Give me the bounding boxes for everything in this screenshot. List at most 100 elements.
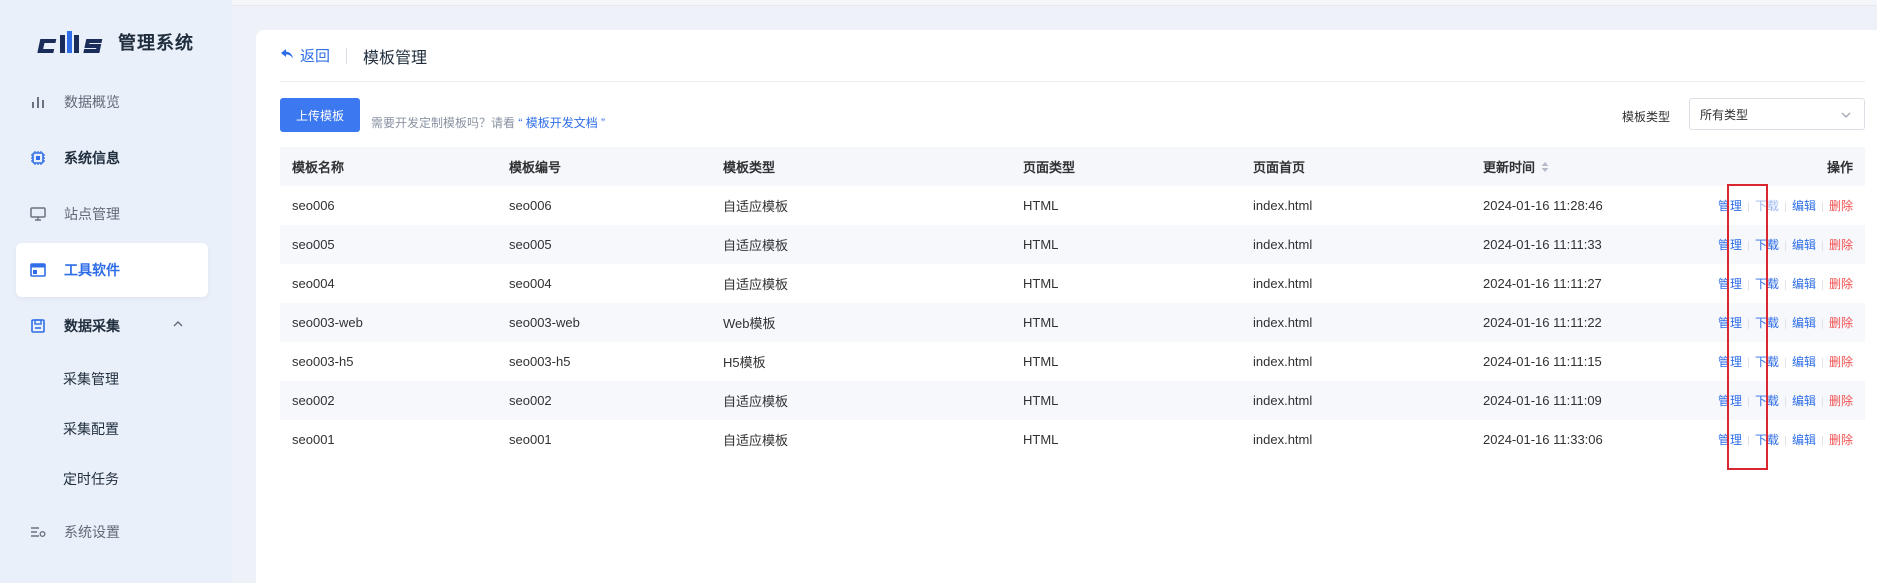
download-link[interactable]: 下载 xyxy=(1755,394,1779,408)
sidebar-item-system-info[interactable]: 系统信息 xyxy=(16,131,208,185)
download-link[interactable]: 下载 xyxy=(1755,316,1779,330)
action-divider xyxy=(1821,318,1823,329)
action-divider xyxy=(1784,357,1786,368)
table-row: seo006 seo006 自适应模板 HTML index.html 2024-01-1… xyxy=(280,186,1865,225)
delete-link[interactable]: 删除 xyxy=(1829,433,1853,447)
logo-text: 管理系统 xyxy=(118,33,194,53)
column-header-name: 模板名称 xyxy=(280,147,497,186)
delete-link[interactable]: 删除 xyxy=(1829,355,1853,369)
app-root: 管理系统 数据概览 系统信息 站点管理 工具软件 数据采集 采集管理 采集配置 … xyxy=(0,0,1877,583)
sidebar-subitem-collection-management[interactable]: 采集管理 xyxy=(16,356,208,402)
download-link[interactable]: 下载 xyxy=(1755,433,1779,447)
edit-link[interactable]: 编辑 xyxy=(1792,316,1816,330)
sidebar: 管理系统 数据概览 系统信息 站点管理 工具软件 数据采集 采集管理 采集配置 … xyxy=(0,0,232,583)
action-divider xyxy=(1747,318,1749,329)
sidebar-subitem-label: 定时任务 xyxy=(63,471,119,487)
manage-link[interactable]: 管理 xyxy=(1718,238,1742,252)
action-divider xyxy=(1747,357,1749,368)
sidebar-item-data-collection[interactable]: 数据采集 xyxy=(16,299,208,353)
manage-link[interactable]: 管理 xyxy=(1718,394,1742,408)
cell-code: seo003-web xyxy=(497,303,711,342)
template-type-select[interactable]: 所有类型 xyxy=(1689,98,1865,130)
manage-link[interactable]: 管理 xyxy=(1718,316,1742,330)
manage-link[interactable]: 管理 xyxy=(1718,199,1742,213)
dev-hint: 需要开发定制模板吗？请看 “ 模板开发文档 ” xyxy=(371,114,605,131)
sidebar-item-label: 工具软件 xyxy=(64,262,120,278)
action-divider xyxy=(1821,396,1823,407)
cell-home: index.html xyxy=(1253,432,1313,447)
back-arrow-icon xyxy=(280,47,294,64)
upload-template-button[interactable]: 上传模板 xyxy=(280,98,360,132)
table-body: seo006 seo006 自适应模板 HTML index.html 2024-01-1… xyxy=(280,186,1865,459)
cell-home: index.html xyxy=(1241,381,1471,420)
delete-link[interactable]: 删除 xyxy=(1829,316,1853,330)
toolbar: 上传模板 需要开发定制模板吗？请看 “ 模板开发文档 ” 模板类型 所有类型 xyxy=(280,98,1865,134)
template-type-value: 所有类型 xyxy=(1700,107,1749,122)
sidebar-item-label: 系统设置 xyxy=(64,524,120,540)
action-divider xyxy=(1784,435,1786,446)
manage-link[interactable]: 管理 xyxy=(1718,355,1742,369)
cell-type: Web模板 xyxy=(711,303,1011,342)
cell-code: seo003-h5 xyxy=(509,354,571,369)
sidebar-item-label: 数据采集 xyxy=(64,318,120,334)
action-divider xyxy=(1821,201,1823,212)
sidebar-item-tools[interactable]: 工具软件 xyxy=(16,243,208,297)
sidebar-item-site-management[interactable]: 站点管理 xyxy=(16,187,208,241)
cell-code: seo005 xyxy=(497,225,711,264)
cell-code: seo002 xyxy=(497,381,711,420)
back-link[interactable]: 返回 xyxy=(280,45,330,66)
cell-actions: 管理 下载 编辑 删除 xyxy=(1671,420,1865,459)
cell-updated: 2024-01-16 11:28:46 xyxy=(1483,198,1603,213)
sort-icon[interactable] xyxy=(1541,161,1549,176)
cell-updated: 2024-01-16 11:11:09 xyxy=(1471,381,1671,420)
cell-updated: 2024-01-16 11:11:15 xyxy=(1483,354,1602,369)
save-icon xyxy=(28,316,48,336)
delete-link[interactable]: 删除 xyxy=(1829,277,1853,291)
cell-type: 自适应模板 xyxy=(723,433,789,448)
action-divider xyxy=(1821,240,1823,251)
chevron-up-icon xyxy=(172,317,184,333)
cell-actions: 管理 下载 编辑 删除 xyxy=(1671,225,1865,264)
table-row: seo002 seo002 自适应模板 HTML index.html 2024-01-1… xyxy=(280,381,1865,420)
sidebar-subitem-collection-config[interactable]: 采集配置 xyxy=(16,406,208,452)
cell-code: seo001 xyxy=(509,432,552,447)
manage-link[interactable]: 管理 xyxy=(1718,433,1742,447)
edit-link[interactable]: 编辑 xyxy=(1792,433,1816,447)
cell-page-type: HTML xyxy=(1023,432,1059,447)
action-divider xyxy=(1784,279,1786,290)
edit-link[interactable]: 编辑 xyxy=(1792,277,1816,291)
header-divider xyxy=(346,47,348,64)
sidebar-item-system-settings[interactable]: 系统设置 xyxy=(16,505,208,559)
action-divider xyxy=(1747,279,1749,290)
chip-icon xyxy=(28,148,48,168)
download-link[interactable]: 下载 xyxy=(1755,199,1779,213)
edit-link[interactable]: 编辑 xyxy=(1792,238,1816,252)
sidebar-item-data-overview[interactable]: 数据概览 xyxy=(16,75,208,129)
cell-name: seo005 xyxy=(280,225,497,264)
sidebar-subitem-scheduled-tasks[interactable]: 定时任务 xyxy=(16,456,208,502)
cell-page-type: HTML xyxy=(1011,303,1241,342)
cell-type: 自适应模板 xyxy=(723,199,789,214)
download-link[interactable]: 下载 xyxy=(1755,238,1779,252)
column-header-home: 页面首页 xyxy=(1241,147,1471,186)
delete-link[interactable]: 删除 xyxy=(1829,199,1853,213)
action-divider xyxy=(1784,240,1786,251)
download-link[interactable]: 下载 xyxy=(1755,355,1779,369)
cell-page-type: HTML xyxy=(1023,354,1059,369)
table-row: seo003-h5 seo003-h5 H5模板 HTML index.html 2024… xyxy=(280,342,1865,381)
download-link[interactable]: 下载 xyxy=(1755,277,1779,291)
edit-link[interactable]: 编辑 xyxy=(1792,199,1816,213)
action-divider xyxy=(1747,435,1749,446)
manage-link[interactable]: 管理 xyxy=(1718,277,1742,291)
delete-link[interactable]: 删除 xyxy=(1829,238,1853,252)
chevron-down-icon xyxy=(1840,109,1852,124)
back-label: 返回 xyxy=(300,48,331,65)
delete-link[interactable]: 删除 xyxy=(1829,394,1853,408)
edit-link[interactable]: 编辑 xyxy=(1792,355,1816,369)
page-header: 返回 模板管理 xyxy=(280,30,1865,82)
column-header-updated[interactable]: 更新时间 xyxy=(1471,147,1671,186)
edit-link[interactable]: 编辑 xyxy=(1792,394,1816,408)
action-divider xyxy=(1784,201,1786,212)
action-divider xyxy=(1821,435,1823,446)
template-dev-doc-link[interactable]: “ 模板开发文档 ” xyxy=(518,116,605,130)
